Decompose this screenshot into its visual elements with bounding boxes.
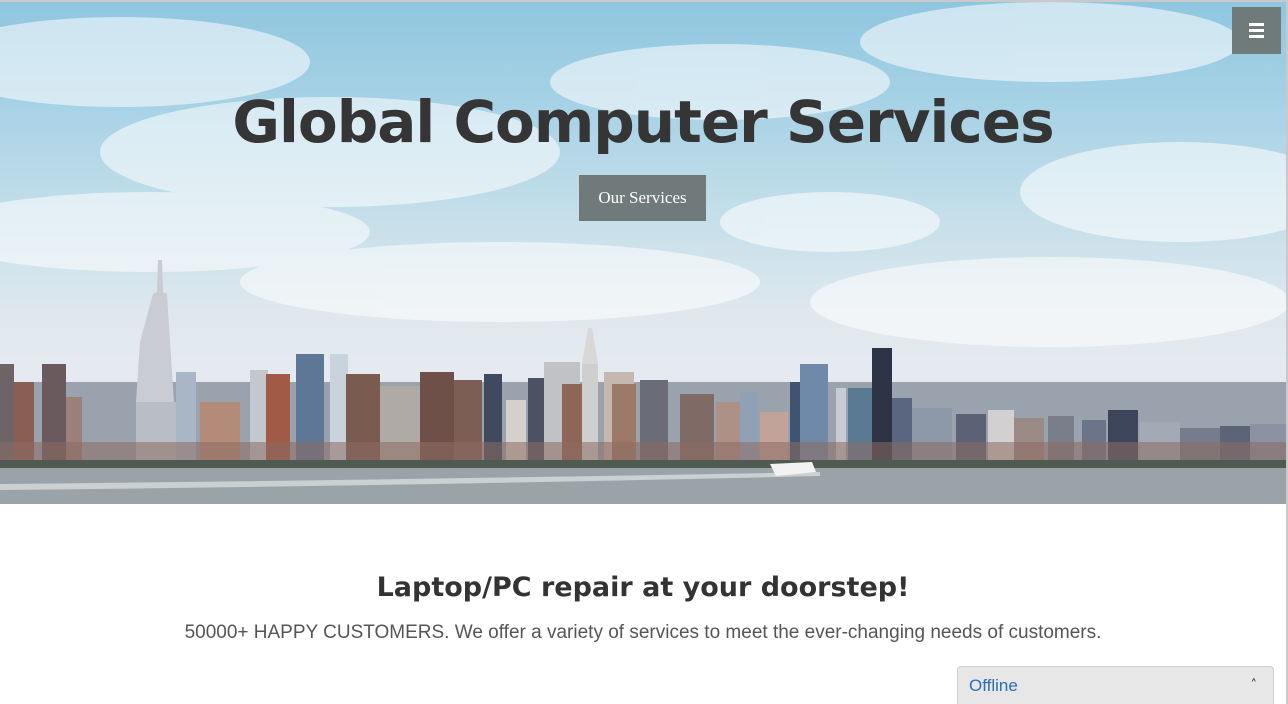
hero-title: Global Computer Services — [232, 88, 1054, 156]
chat-widget-bar[interactable]: Offline ˄ — [957, 666, 1274, 704]
our-services-button[interactable]: Our Services — [579, 175, 706, 221]
hamburger-icon — [1249, 23, 1264, 26]
hero-banner: Global Computer Services Our Services — [0, 2, 1286, 504]
menu-button[interactable] — [1232, 7, 1281, 54]
hamburger-icon-line-3 — [1249, 35, 1264, 38]
city-skyline-image — [0, 2, 1286, 504]
intro-heading: Laptop/PC repair at your doorstep! — [376, 572, 910, 603]
hamburger-icon-line-2 — [1249, 29, 1264, 32]
chat-status: Offline — [969, 675, 1018, 695]
intro-text: 50000+ HAPPY CUSTOMERS. We offer a varie… — [184, 622, 1102, 643]
chevron-up-icon[interactable]: ˄ — [1251, 678, 1258, 693]
